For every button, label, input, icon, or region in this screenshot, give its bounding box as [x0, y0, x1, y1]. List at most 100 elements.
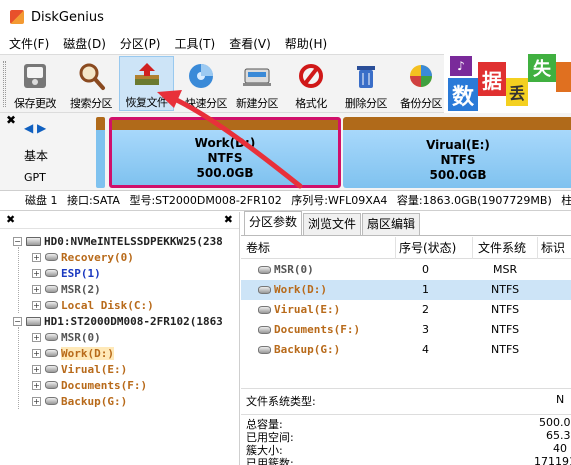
- col-filesystem[interactable]: 文件系统: [478, 237, 538, 259]
- table-row[interactable]: Virual(E:) 2 NTFS: [241, 300, 571, 320]
- toolbar-grip[interactable]: [3, 61, 6, 107]
- tree-node-partition[interactable]: + Documents(F:): [32, 377, 147, 393]
- tree-node-partition[interactable]: + MSR(0): [32, 329, 101, 345]
- partition-icon: [258, 306, 271, 314]
- menu-file[interactable]: 文件(F): [0, 34, 56, 54]
- partition-strip-msr[interactable]: [96, 117, 105, 188]
- partition-icon: [45, 285, 58, 293]
- partition-top-bar: [112, 120, 338, 130]
- collapse-icon[interactable]: −: [13, 316, 22, 326]
- fs-used-clusters-value: 171191: [534, 455, 571, 465]
- menu-view[interactable]: 查看(V): [222, 34, 278, 54]
- collapse-icon[interactable]: −: [13, 236, 22, 246]
- quick-partition-button[interactable]: 快速分区: [175, 56, 228, 111]
- tree-panel-header: ✖ ✖: [0, 212, 239, 229]
- app-logo-icon: [10, 10, 24, 24]
- partition-body: Virual(E:) NTFS 500.0GB: [343, 130, 571, 188]
- close-icon[interactable]: ✖: [6, 113, 16, 127]
- save-changes-label: 保存更改: [14, 97, 57, 110]
- delete-partition-button[interactable]: 删除分区: [340, 56, 392, 111]
- partition-size: 500.0GB: [429, 168, 487, 182]
- row-index: 3: [422, 323, 429, 336]
- hard-disk-icon: [26, 236, 41, 246]
- row-fs: MSR: [493, 263, 518, 276]
- row-name-cell: Backup(G:): [258, 340, 340, 360]
- col-volume-label[interactable]: 卷标: [246, 237, 396, 259]
- tree-node-label: Documents(F:): [61, 378, 148, 392]
- disk-tree: − HD0:NVMeINTELSSDPEKKW25(238 + Recovery…: [0, 230, 237, 462]
- title-bar: DiskGenius: [0, 0, 571, 34]
- search-partition-label: 搜索分区: [70, 97, 113, 110]
- tree-node-partition[interactable]: + MSR(2): [32, 281, 101, 297]
- disk-nav-arrows[interactable]: ◀ ▶: [24, 121, 46, 135]
- banner-char-2: 据: [478, 62, 506, 96]
- backup-partition-label: 备份分区: [400, 97, 443, 110]
- tab-partition-params[interactable]: 分区参数: [244, 211, 303, 235]
- tree-node-partition[interactable]: + Backup(G:): [32, 393, 127, 409]
- tree-node-label: HD1:ST2000DM008-2FR102(1863: [44, 314, 223, 328]
- disk-capacity: 容量:1863.0GB(1907729MB): [396, 194, 552, 207]
- expand-icon[interactable]: +: [32, 252, 41, 262]
- table-row[interactable]: Documents(F:) 3 NTFS: [241, 320, 571, 340]
- expand-icon[interactable]: +: [32, 348, 41, 358]
- banner-block: [556, 62, 571, 92]
- divider: [241, 414, 571, 415]
- table-row-selected[interactable]: Work(D:) 1 NTFS: [241, 280, 571, 300]
- row-fs: NTFS: [491, 303, 520, 316]
- tree-node-partition[interactable]: + Local Disk(C:): [32, 297, 154, 313]
- save-changes-button[interactable]: 保存更改: [9, 56, 61, 111]
- tree-node-disk[interactable]: − HD0:NVMeINTELSSDPEKKW25(238: [13, 233, 223, 249]
- expand-icon[interactable]: +: [32, 380, 41, 390]
- menu-help[interactable]: 帮助(H): [278, 34, 334, 54]
- partition-icon: [45, 253, 58, 261]
- partition-icon: [45, 381, 58, 389]
- expand-icon[interactable]: +: [32, 284, 41, 294]
- expand-icon[interactable]: +: [32, 332, 41, 342]
- row-index: 0: [422, 263, 429, 276]
- trash-icon: [349, 59, 383, 93]
- new-partition-button[interactable]: 新建分区: [230, 56, 284, 111]
- menu-tools[interactable]: 工具(T): [168, 34, 223, 54]
- disk-number: 磁盘 1: [25, 194, 58, 207]
- table-row[interactable]: MSR(0) 0 MSR: [241, 260, 571, 280]
- tab-browse-files[interactable]: 浏览文件: [303, 213, 362, 235]
- menu-partition[interactable]: 分区(P): [113, 34, 168, 54]
- row-fs: NTFS: [491, 283, 520, 296]
- row-fs: NTFS: [491, 343, 520, 356]
- expand-icon[interactable]: +: [32, 268, 41, 278]
- disk-cylinders: 柱面数: [561, 194, 571, 207]
- disk-kind-label: 基本: [24, 149, 49, 163]
- partition-block-virual[interactable]: Virual(E:) NTFS 500.0GB: [343, 117, 571, 188]
- data-loss-banner[interactable]: ♪ 数 据 丢 失: [444, 54, 571, 113]
- tree-node-label: HD0:NVMeINTELSSDPEKKW25(238: [44, 234, 223, 248]
- col-flag[interactable]: 标识: [541, 237, 571, 259]
- recover-files-icon: [130, 60, 164, 92]
- disk-model: 型号:ST2000DM008-2FR102: [129, 194, 282, 207]
- expand-icon[interactable]: +: [32, 396, 41, 406]
- tree-node-partition-selected[interactable]: + Work(D:): [32, 345, 114, 361]
- close-icon[interactable]: ✖: [224, 213, 233, 226]
- tree-node-label: Backup(G:): [61, 394, 128, 408]
- banner-char-1: 数: [448, 78, 478, 111]
- partition-name: Virual(E:): [426, 138, 490, 152]
- expand-icon[interactable]: +: [32, 364, 41, 374]
- tree-node-disk[interactable]: − HD1:ST2000DM008-2FR102(1863: [13, 313, 223, 329]
- format-button[interactable]: 格式化: [287, 56, 335, 111]
- disk-info-bar: 磁盘 1 接口:SATA 型号:ST2000DM008-2FR102 序列号:W…: [0, 191, 571, 211]
- recover-files-button[interactable]: 恢复文件: [119, 56, 174, 111]
- row-name-cell: Virual(E:): [258, 300, 340, 320]
- backup-partition-button[interactable]: 备份分区: [395, 56, 447, 111]
- search-partition-button[interactable]: 搜索分区: [64, 56, 118, 111]
- partition-block-work[interactable]: Work(D:) NTFS 500.0GB: [109, 117, 341, 188]
- close-icon[interactable]: ✖: [6, 213, 15, 226]
- row-name: Backup(G:): [274, 343, 341, 356]
- tree-node-partition[interactable]: + Virual(E:): [32, 361, 127, 377]
- row-index: 4: [422, 343, 429, 356]
- tree-node-partition[interactable]: + ESP(1): [32, 265, 101, 281]
- col-index[interactable]: 序号(状态): [399, 237, 473, 259]
- menu-disk[interactable]: 磁盘(D): [56, 34, 113, 54]
- expand-icon[interactable]: +: [32, 300, 41, 310]
- table-row[interactable]: Backup(G:) 4 NTFS: [241, 340, 571, 360]
- tree-node-partition[interactable]: + Recovery(0): [32, 249, 134, 265]
- tab-sector-edit[interactable]: 扇区编辑: [362, 213, 421, 235]
